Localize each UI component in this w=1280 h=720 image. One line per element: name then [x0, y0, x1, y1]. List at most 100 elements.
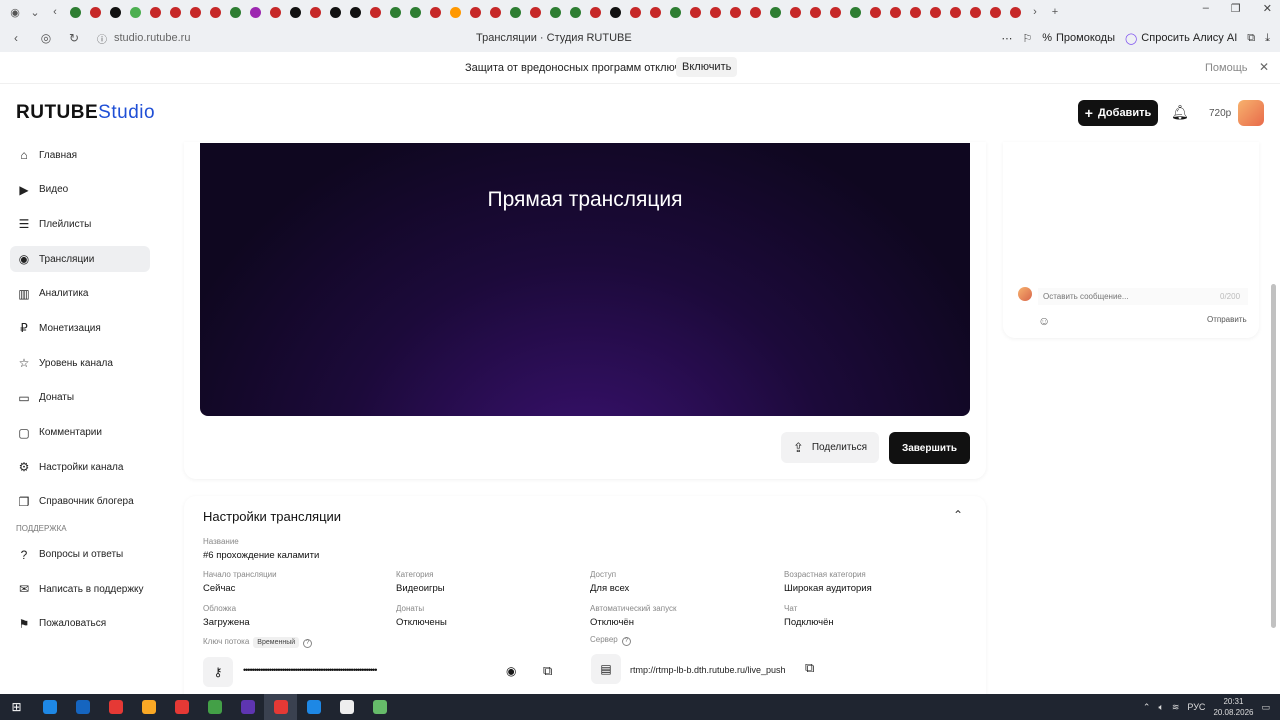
volume-icon[interactable]: 🔈︎ [1158, 702, 1163, 713]
browser-tab[interactable] [346, 3, 364, 21]
taskbar-app[interactable] [99, 694, 132, 720]
close-banner-icon[interactable]: ✕ [1259, 60, 1269, 74]
browser-tab[interactable] [966, 3, 984, 21]
browser-tab[interactable] [186, 3, 204, 21]
browser-tab[interactable] [866, 3, 884, 21]
browser-tab[interactable] [806, 3, 824, 21]
browser-tab[interactable] [446, 3, 464, 21]
browser-tab[interactable] [526, 3, 544, 21]
browser-tab[interactable] [466, 3, 484, 21]
notifications-icon[interactable]: ▭ [1261, 702, 1270, 713]
browser-tab[interactable] [426, 3, 444, 21]
taskbar-app[interactable] [231, 694, 264, 720]
browser-tab[interactable] [86, 3, 104, 21]
yandex-home-icon[interactable]: ◎ [38, 31, 54, 45]
browser-tab[interactable] [686, 3, 704, 21]
browser-tab[interactable] [646, 3, 664, 21]
clock[interactable]: 20:31 20.08.2026 [1213, 696, 1253, 718]
sidebar-item[interactable]: ⚑ Пожаловаться [10, 611, 150, 637]
rutube-studio-logo[interactable]: RUTUBEStudio [16, 102, 155, 124]
browser-tab[interactable] [106, 3, 124, 21]
restore-icon[interactable]: ❐ [1231, 2, 1241, 15]
taskbar-app[interactable] [363, 694, 396, 720]
sidebar-item[interactable]: ? Вопросы и ответы [10, 542, 150, 568]
video-player[interactable]: Прямая трансляция [200, 143, 970, 416]
sidebar-item[interactable]: ▭ Донаты [10, 385, 150, 411]
browser-tab[interactable] [606, 3, 624, 21]
browser-tab[interactable] [566, 3, 584, 21]
browser-tab[interactable] [386, 3, 404, 21]
url-text[interactable]: studio.rutube.ru [114, 32, 190, 44]
bookmark-icon[interactable]: ⚐ [1022, 32, 1032, 45]
copy-server-icon[interactable]: ⧉ [805, 660, 814, 676]
browser-tab[interactable] [1006, 3, 1024, 21]
sidebar-item[interactable]: ⚙ Настройки канала [10, 454, 150, 480]
browser-tab[interactable] [726, 3, 744, 21]
browser-tab[interactable] [246, 3, 264, 21]
sidebar-item[interactable]: ▥ Аналитика [10, 281, 150, 307]
browser-tab[interactable] [66, 3, 84, 21]
taskbar-app[interactable] [165, 694, 198, 720]
minimize-icon[interactable]: – [1203, 2, 1209, 15]
download-icon[interactable]: ⤓ [1265, 32, 1270, 45]
sidebar-item[interactable]: ◉ Трансляции [10, 246, 150, 273]
taskbar-app[interactable] [264, 694, 297, 720]
more-icon[interactable]: ⋯ [1001, 32, 1012, 45]
browser-tab[interactable] [666, 3, 684, 21]
chevron-up-icon[interactable]: ⌃ [953, 508, 963, 522]
browser-tab[interactable] [926, 3, 944, 21]
browser-menu-icon[interactable]: ◉ [6, 3, 24, 21]
sidebar-item[interactable]: ⌂ Главная [10, 142, 150, 168]
browser-tab[interactable] [166, 3, 184, 21]
taskbar-app[interactable] [66, 694, 99, 720]
tabs-dropdown-icon[interactable]: ⌄ [26, 3, 44, 21]
add-button[interactable]: + Добавить [1078, 100, 1158, 126]
browser-tab[interactable] [266, 3, 284, 21]
sidebar-item[interactable]: ☆ Уровень канала [10, 350, 150, 376]
browser-tab[interactable] [906, 3, 924, 21]
share-button[interactable]: ⇪ Поделиться [781, 432, 879, 463]
taskbar-app[interactable] [33, 694, 66, 720]
browser-tab[interactable] [126, 3, 144, 21]
sidebar-item[interactable]: ☰ Плейлисты [10, 211, 150, 237]
chat-message-input[interactable] [1038, 288, 1248, 305]
sidebar-item[interactable]: ✉ Написать в поддержку [10, 576, 150, 602]
start-icon[interactable]: ⊞ [0, 694, 33, 720]
browser-tab[interactable] [146, 3, 164, 21]
close-window-icon[interactable]: ✕ [1263, 2, 1272, 15]
browser-tab[interactable] [826, 3, 844, 21]
browser-tab[interactable] [786, 3, 804, 21]
help-link[interactable]: Помощь [1205, 62, 1248, 74]
browser-tab[interactable] [766, 3, 784, 21]
lang-indicator[interactable]: РУС [1187, 702, 1205, 712]
tray-chevron-icon[interactable]: ⌃ [1143, 702, 1151, 713]
new-tab-icon[interactable]: + [1046, 3, 1064, 21]
browser-tab[interactable] [546, 3, 564, 21]
browser-tab[interactable] [326, 3, 344, 21]
tabs-scroll-right-icon[interactable]: › [1026, 3, 1044, 21]
question-icon[interactable]: ? [621, 637, 631, 646]
copy-key-icon[interactable]: ⧉ [543, 663, 552, 679]
taskbar-app[interactable] [330, 694, 363, 720]
avatar[interactable] [1238, 100, 1264, 126]
browser-tab[interactable] [886, 3, 904, 21]
browser-tab[interactable] [946, 3, 964, 21]
browser-tab[interactable] [586, 3, 604, 21]
emoji-icon[interactable]: ☺ [1038, 314, 1050, 328]
quality-label[interactable]: 720p [1209, 108, 1231, 119]
wifi-icon[interactable]: ≋ [1172, 702, 1180, 713]
browser-tab[interactable] [206, 3, 224, 21]
finish-button[interactable]: Завершить [889, 432, 970, 464]
taskbar-app[interactable] [198, 694, 231, 720]
sidebar-item[interactable]: ₽ Монетизация [10, 315, 150, 341]
browser-tab[interactable] [306, 3, 324, 21]
reload-icon[interactable]: ↻ [66, 31, 82, 45]
browser-tab[interactable] [746, 3, 764, 21]
question-icon[interactable]: ? [303, 639, 313, 648]
browser-tab[interactable] [286, 3, 304, 21]
send-button[interactable]: Отправить [1207, 315, 1247, 324]
eye-icon[interactable]: ◉ [506, 664, 516, 678]
browser-tab[interactable] [226, 3, 244, 21]
site-info-icon[interactable]: ⓘ [94, 31, 110, 46]
browser-tab[interactable] [706, 3, 724, 21]
